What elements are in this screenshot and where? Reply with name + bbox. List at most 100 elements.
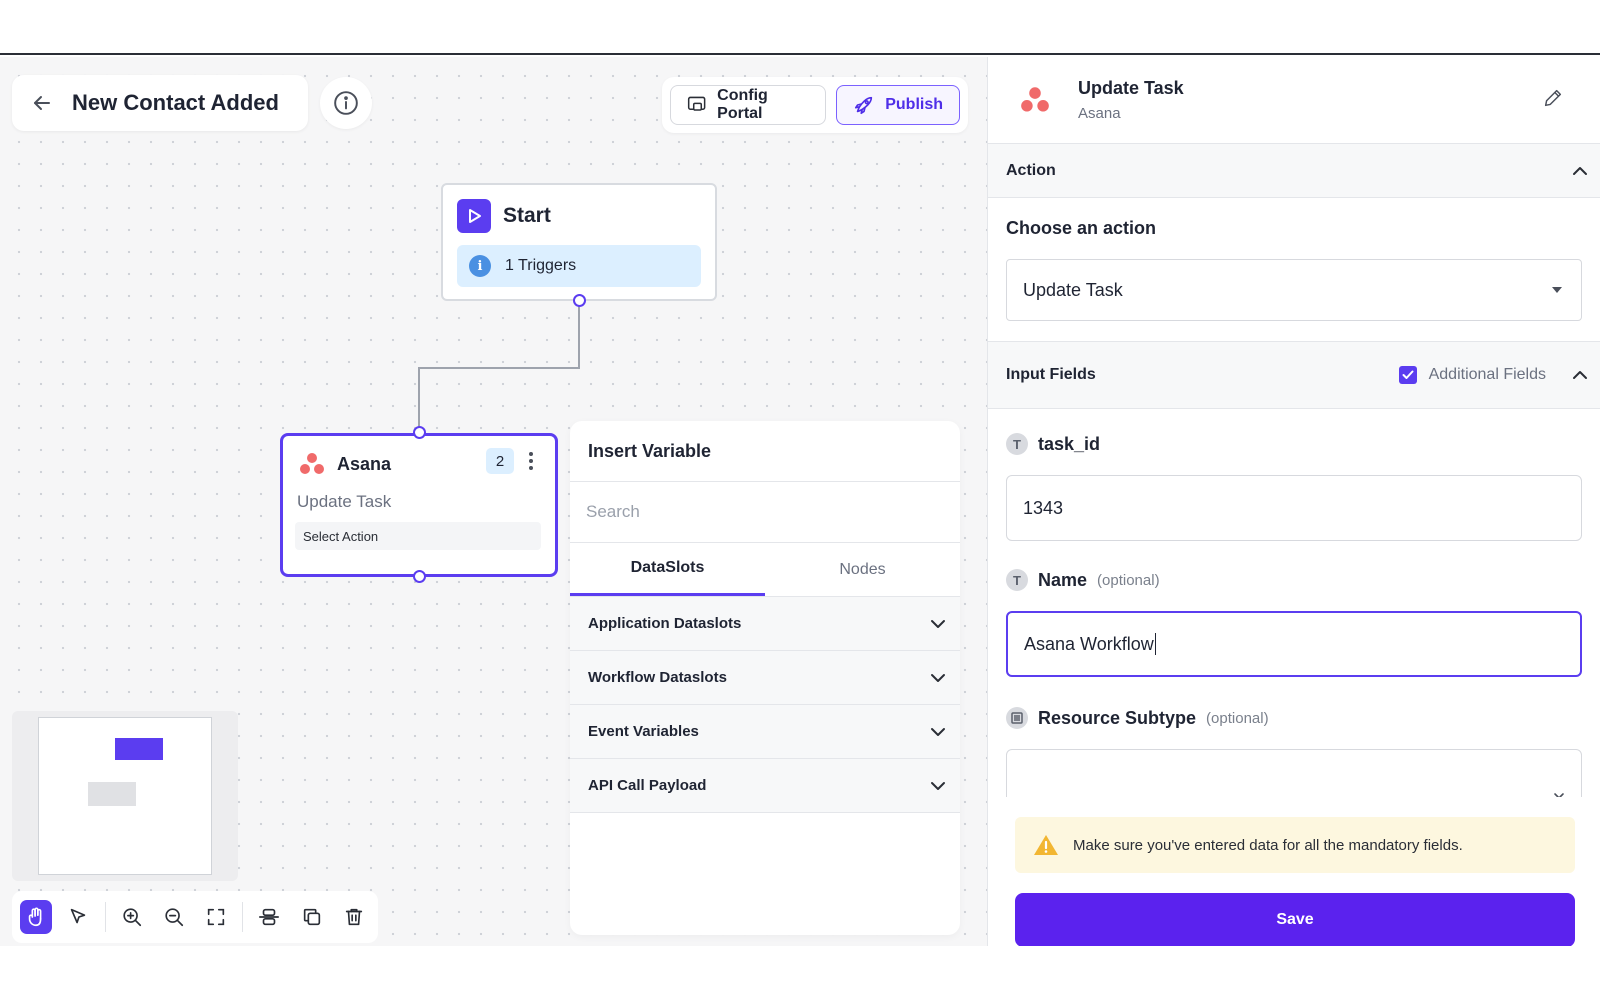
- select-action-chip[interactable]: Select Action: [295, 522, 541, 550]
- asana-node-action: Update Task: [297, 492, 392, 511]
- fit-view-button[interactable]: [200, 900, 232, 934]
- start-node[interactable]: Start i 1 Triggers: [441, 183, 717, 301]
- name-input-value: Asana Workflow: [1024, 633, 1154, 654]
- copy-button[interactable]: [296, 900, 328, 934]
- insert-variable-title: Insert Variable: [588, 441, 712, 461]
- workflow-canvas[interactable]: New Contact Added Config Portal Publish …: [0, 57, 987, 946]
- accordion-label: Event Variables: [588, 723, 699, 740]
- accordion-application-dataslots[interactable]: Application Dataslots: [570, 597, 960, 651]
- play-icon: [457, 199, 491, 233]
- field-name: T Name (optional) Asana Workflow: [988, 541, 1600, 677]
- input-fields-section-header[interactable]: Input Fields Additional Fields: [988, 341, 1600, 409]
- trash-icon: [345, 908, 363, 926]
- chevron-down-icon: [931, 673, 945, 682]
- copy-icon: [303, 908, 320, 926]
- triggers-badge[interactable]: i 1 Triggers: [457, 245, 701, 287]
- task-id-input[interactable]: 1343: [1006, 475, 1582, 541]
- asana-node[interactable]: Asana 2 Update Task Select Action: [280, 433, 558, 577]
- choose-action-label: Choose an action: [1006, 218, 1157, 238]
- text-type-icon: T: [1006, 433, 1028, 455]
- asana-logo-icon: [1021, 87, 1049, 112]
- accordion-api-call-payload[interactable]: API Call Payload: [570, 759, 960, 813]
- zoom-out-button[interactable]: [158, 900, 190, 934]
- start-node-output-handle[interactable]: [573, 294, 586, 307]
- bottom-bar: [0, 946, 1600, 1000]
- publish-button[interactable]: Publish: [836, 85, 960, 125]
- text-type-icon: T: [1006, 569, 1028, 591]
- align-button[interactable]: [253, 900, 285, 934]
- zoom-in-icon: [122, 908, 141, 927]
- tab-dataslots[interactable]: DataSlots: [570, 543, 765, 596]
- hand-tool-button[interactable]: [20, 900, 53, 934]
- header-actions: Config Portal Publish: [662, 77, 968, 133]
- info-icon: [334, 91, 358, 115]
- minimap-viewport: [38, 717, 212, 875]
- additional-fields-toggle[interactable]: Additional Fields: [1398, 366, 1588, 384]
- asana-node-title: Asana: [337, 453, 392, 474]
- action-section-label: Action: [1006, 161, 1056, 179]
- fit-view-icon: [207, 908, 225, 926]
- chevron-down-icon: [931, 619, 945, 628]
- panel-header: Update Task Asana: [988, 57, 1600, 144]
- toolbar-divider: [242, 902, 244, 932]
- info-button[interactable]: [320, 77, 372, 129]
- text-caret: [1154, 633, 1156, 655]
- node-config-panel: Update Task Asana Action Choose an actio…: [987, 57, 1600, 946]
- accordion-event-variables[interactable]: Event Variables: [570, 705, 960, 759]
- delete-button[interactable]: [338, 900, 370, 934]
- variable-tabs: DataSlots Nodes: [570, 543, 960, 597]
- config-portal-button[interactable]: Config Portal: [670, 85, 827, 125]
- config-portal-icon: [687, 96, 706, 111]
- tab-nodes[interactable]: Nodes: [765, 543, 960, 596]
- chevron-down-icon: [931, 727, 945, 736]
- chevron-up-icon: [1573, 371, 1587, 379]
- workflow-title: New Contact Added: [72, 90, 279, 115]
- minimap[interactable]: [12, 711, 238, 881]
- list-type-icon: [1006, 707, 1028, 729]
- caret-down-icon: [1552, 287, 1562, 293]
- input-fields-label: Input Fields: [1006, 366, 1096, 383]
- canvas-toolbar: [12, 891, 378, 943]
- kebab-menu-icon[interactable]: [523, 448, 539, 474]
- optional-label: (optional): [1097, 571, 1160, 589]
- node-count-badge: 2: [486, 448, 514, 474]
- pointer-icon: [71, 908, 86, 924]
- field-label: Name: [1038, 569, 1088, 590]
- field-resource-subtype: Resource Subtype (optional): [988, 677, 1600, 815]
- minimap-asana-node: [88, 782, 136, 806]
- hand-icon: [28, 907, 42, 927]
- triggers-label: 1 Triggers: [505, 257, 577, 274]
- panel-title: Update Task: [1078, 78, 1184, 98]
- field-label: Resource Subtype: [1038, 707, 1197, 728]
- name-input[interactable]: Asana Workflow: [1006, 611, 1582, 677]
- accordion-label: Workflow Dataslots: [588, 669, 727, 686]
- accordion-label: API Call Payload: [588, 777, 707, 794]
- asana-logo-icon: [300, 453, 324, 474]
- field-label: task_id: [1038, 433, 1101, 454]
- config-portal-label: Config Portal: [717, 87, 768, 122]
- panel-subtitle: Asana: [1078, 105, 1121, 122]
- field-task-id: T task_id 1343: [988, 409, 1600, 541]
- additional-fields-checkbox[interactable]: [1398, 366, 1417, 384]
- pencil-icon[interactable]: [1542, 87, 1564, 109]
- back-arrow-icon[interactable]: [30, 91, 54, 115]
- zoom-in-button[interactable]: [115, 900, 147, 934]
- additional-fields-label: Additional Fields: [1428, 366, 1546, 383]
- top-bar: [0, 0, 1600, 55]
- save-button[interactable]: Save: [1015, 893, 1575, 946]
- accordion-workflow-dataslots[interactable]: Workflow Dataslots: [570, 651, 960, 705]
- action-section-header[interactable]: Action: [988, 144, 1600, 198]
- action-select[interactable]: Update Task: [1006, 259, 1582, 321]
- pointer-tool-button[interactable]: [62, 900, 94, 934]
- asana-node-input-handle[interactable]: [413, 426, 426, 439]
- accordion-label: Application Dataslots: [588, 615, 742, 632]
- chevron-down-icon: [931, 781, 945, 790]
- optional-label: (optional): [1206, 709, 1269, 727]
- variable-search-input[interactable]: Search: [570, 481, 960, 543]
- warning-icon: [1034, 835, 1058, 855]
- info-circle-icon: i: [469, 255, 491, 277]
- workflow-title-card: New Contact Added: [12, 75, 308, 131]
- align-icon: [259, 908, 280, 926]
- zoom-out-icon: [165, 908, 183, 927]
- asana-node-output-handle[interactable]: [413, 570, 426, 583]
